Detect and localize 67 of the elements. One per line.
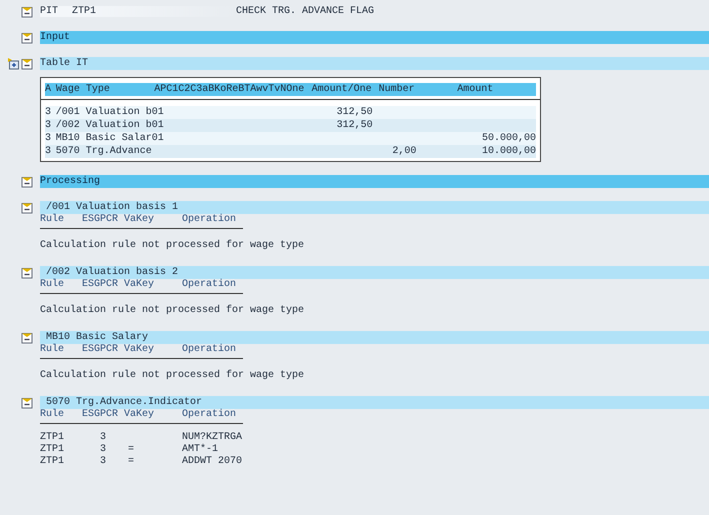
section-header: /002 Valuation basis 2	[40, 266, 709, 279]
column-header: Rule	[40, 279, 66, 291]
collapse-node-icon[interactable]	[21, 6, 33, 18]
program-label: PIT	[40, 6, 72, 17]
column-header: Rule	[40, 344, 66, 356]
status-message: Calculation rule not processed for wage type	[40, 369, 306, 382]
table-cell-text: 3	[45, 119, 52, 132]
column-header: Amount/One	[312, 83, 373, 96]
table-cell-text: 5070 Trg.Advance	[56, 145, 153, 158]
section-header: Table IT	[40, 57, 709, 70]
rule-cell-text: 3	[99, 456, 108, 468]
rule-cell-text: ZTP1	[40, 432, 66, 444]
rule-cell-text: ZTP1	[40, 444, 66, 456]
collapse-node-icon[interactable]	[21, 332, 33, 344]
status-message: Calculation rule not processed for wage type	[40, 239, 306, 252]
column-header: APC1C2C3aBKoReBTAwvTvNOne	[154, 83, 306, 96]
table-cell-text: 10.000,00	[480, 145, 536, 158]
column-header: ESGPCR	[82, 344, 120, 356]
section-header: Processing	[40, 175, 709, 188]
rule-cell: AMT*-1	[182, 444, 218, 456]
rule-title: CHECK TRG. ADVANCE FLAG	[236, 6, 374, 17]
rule-cell-text: =	[127, 444, 136, 456]
column-header: Rule	[40, 409, 66, 421]
rule-cell-text: ZTP1	[40, 456, 66, 468]
status-message: Calculation rule not processed for wage type	[40, 304, 306, 317]
column-header: Operation	[182, 279, 236, 291]
section-header: Input	[40, 31, 709, 44]
column-header: Number	[378, 83, 416, 96]
column-header: VaKey	[124, 409, 156, 421]
collapse-node-icon[interactable]	[21, 58, 33, 70]
column-header: ESGPCR	[82, 409, 120, 421]
collapse-node-icon[interactable]	[21, 266, 33, 278]
section-header: MB10 Basic Salary	[40, 331, 709, 344]
rule-cell-text: 3	[99, 432, 108, 444]
column-header: Rule	[40, 214, 66, 226]
column-header: Amount	[457, 83, 494, 96]
collapse-node-icon[interactable]	[21, 176, 33, 188]
column-header: VaKey	[124, 214, 156, 226]
column-header: Operation	[182, 409, 236, 421]
table-cell-text: 2,00	[391, 145, 416, 158]
column-header: ESGPCR	[82, 214, 120, 226]
column-header: VaKey	[124, 279, 156, 291]
section-header: /001 Valuation basis 1	[40, 201, 709, 214]
table-cell-text: 3	[45, 132, 52, 145]
table-cell-text: 3	[45, 145, 52, 158]
rule-cell: ADDWT 2070	[182, 456, 242, 468]
column-header: ESGPCR	[82, 279, 120, 291]
table-cell-text: 50.000,00	[480, 132, 536, 145]
collapse-node-icon[interactable]	[21, 202, 33, 214]
rule-cell-text: NUM?KZTRGA	[182, 432, 242, 444]
table-cell: /001 Valuation b01	[56, 106, 165, 119]
collapse-node-icon[interactable]	[21, 32, 33, 44]
table-cell-text: 3	[45, 106, 52, 119]
column-header: Wage Type	[56, 83, 111, 96]
expand-icon[interactable]	[8, 58, 20, 70]
collapse-node-icon[interactable]	[21, 396, 33, 408]
rule-cell-text: 3	[99, 444, 108, 456]
table-cell: /002 Valuation b01	[56, 119, 165, 132]
column-header: VaKey	[124, 344, 156, 356]
column-header: Operation	[182, 344, 236, 356]
rule-cell-text: =	[127, 456, 136, 468]
column-header: A	[45, 83, 52, 96]
table-cell-text: 312,50	[336, 106, 373, 119]
table-cell: MB10 Basic Salar01	[56, 132, 165, 145]
column-header: Operation	[182, 214, 236, 226]
table-cell-text: 312,50	[336, 119, 373, 132]
section-header: 5070 Trg.Advance.Indicator	[40, 396, 709, 409]
